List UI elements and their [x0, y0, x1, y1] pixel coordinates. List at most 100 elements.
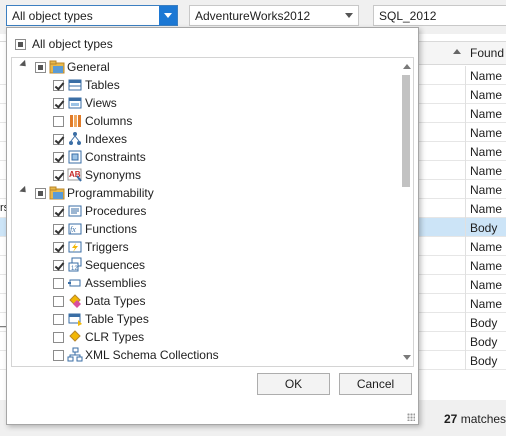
all-object-types-checkbox[interactable] [15, 39, 26, 50]
database-dropdown[interactable]: AdventureWorks2012 [189, 5, 359, 26]
column-divider [465, 123, 466, 142]
tree-scrollbar[interactable] [399, 58, 413, 366]
column-divider [465, 275, 466, 294]
procedure-icon [67, 203, 83, 219]
constraint-icon [67, 149, 83, 165]
found-in-cell: Body [470, 221, 498, 235]
tree-group-general[interactable]: General [12, 58, 397, 76]
found-in-cell: Name [470, 278, 503, 292]
found-in-cell: Name [470, 164, 503, 178]
tree-item-clr-types[interactable]: CLR Types [12, 328, 397, 346]
column-divider [465, 199, 466, 218]
checkbox[interactable] [53, 350, 64, 361]
tree-item-label: Indexes [85, 132, 128, 146]
column-divider [465, 142, 466, 161]
tree-item-xml-schema-collections[interactable]: XML Schema Collections [12, 346, 397, 364]
svg-text:12: 12 [71, 266, 78, 272]
sort-ascending-icon [453, 49, 461, 54]
checkbox[interactable] [53, 278, 64, 289]
checkbox[interactable] [53, 80, 64, 91]
synonym-icon: AB [67, 167, 83, 183]
match-count-text: 27 matches f [444, 412, 506, 426]
tree-item-data-types[interactable]: Data Types [12, 292, 397, 310]
tree-item-views[interactable]: Views [12, 94, 397, 112]
expand-arrow-icon[interactable] [19, 59, 29, 70]
ok-button[interactable]: OK [257, 373, 330, 395]
tree-item-table-types[interactable]: Table Types [12, 310, 397, 328]
found-in-cell: Body [470, 335, 498, 349]
checkbox[interactable] [53, 296, 64, 307]
checkbox[interactable] [53, 260, 64, 271]
tree-item-label: Assemblies [85, 276, 147, 290]
server-dropdown[interactable]: SQL_2012 [373, 5, 506, 26]
chevron-down-icon[interactable] [340, 6, 358, 25]
column-divider [465, 351, 466, 370]
tree-item-indexes[interactable]: Indexes [12, 130, 397, 148]
column-divider [465, 313, 466, 332]
clr-type-icon [67, 329, 83, 345]
column-divider [465, 180, 466, 199]
resize-grip-icon[interactable] [407, 413, 415, 421]
checkbox[interactable] [53, 134, 64, 145]
data-type-icon [67, 293, 83, 309]
checkbox[interactable] [53, 206, 64, 217]
checkbox[interactable] [53, 170, 64, 181]
tree-item-label: Functions [85, 222, 138, 236]
checkbox[interactable] [53, 116, 64, 127]
column-divider [465, 256, 466, 275]
found-in-cell: Name [470, 126, 503, 140]
checkbox[interactable] [53, 332, 64, 343]
columns-icon [67, 113, 83, 129]
index-icon [67, 131, 83, 147]
tree-item-synonyms[interactable]: AB Synonyms [12, 166, 397, 184]
chevron-down-icon[interactable] [159, 6, 177, 25]
found-in-cell: Name [470, 240, 503, 254]
found-in-cell: Name [470, 69, 503, 83]
tree-item-triggers[interactable]: Triggers [12, 238, 397, 256]
tree-item-label: Procedures [85, 204, 147, 218]
scroll-up-icon[interactable] [403, 64, 411, 69]
tree-item-assemblies[interactable]: Assemblies [12, 274, 397, 292]
checkbox[interactable] [53, 314, 64, 325]
tree-item-label: Views [85, 96, 117, 110]
column-header-found-in[interactable]: Found I [405, 42, 506, 65]
checkbox[interactable] [53, 242, 64, 253]
tree-item-label: Table Types [85, 312, 149, 326]
found-in-cell: Name [470, 259, 503, 273]
scrollbar-thumb[interactable] [402, 75, 410, 187]
scroll-down-icon[interactable] [403, 355, 411, 360]
column-divider [465, 66, 466, 85]
tree-item-label: Synonyms [85, 168, 142, 182]
column-divider [465, 85, 466, 104]
tree-item-label: Constraints [85, 150, 146, 164]
folder-icon [49, 59, 65, 75]
tree-item-sequences[interactable]: 12 Sequences [12, 256, 397, 274]
tree-item-functions[interactable]: fx Functions [12, 220, 397, 238]
checkbox[interactable] [35, 62, 46, 73]
checkbox[interactable] [53, 224, 64, 235]
found-in-cell: Name [470, 202, 503, 216]
column-divider [465, 237, 466, 256]
expand-arrow-icon[interactable] [19, 185, 29, 196]
found-in-cell: Name [470, 88, 503, 102]
assembly-icon [67, 275, 83, 291]
view-icon [67, 95, 83, 111]
tree-item-procedures[interactable]: Procedures [12, 202, 397, 220]
tree-item-label: Columns [85, 114, 133, 128]
checkbox[interactable] [53, 152, 64, 163]
cancel-button[interactable]: Cancel [339, 373, 412, 395]
checkbox[interactable] [53, 98, 64, 109]
tree-group-programmability[interactable]: Programmability [12, 184, 397, 202]
found-in-cell: Body [470, 354, 498, 368]
column-divider [465, 218, 466, 237]
sequence-icon: 12 [67, 257, 83, 273]
found-in-cell: Name [470, 145, 503, 159]
object-type-dropdown[interactable]: All object types [6, 5, 178, 26]
tree-item-tables[interactable]: Tables [12, 76, 397, 94]
tree-item-columns[interactable]: Columns [12, 112, 397, 130]
tree-item-constraints[interactable]: Constraints [12, 148, 397, 166]
object-type-value: All object types [12, 9, 93, 23]
checkbox[interactable] [35, 188, 46, 199]
object-type-popup: All object types General Tables Views Colum… [6, 27, 419, 425]
found-in-cell: Name [470, 107, 503, 121]
